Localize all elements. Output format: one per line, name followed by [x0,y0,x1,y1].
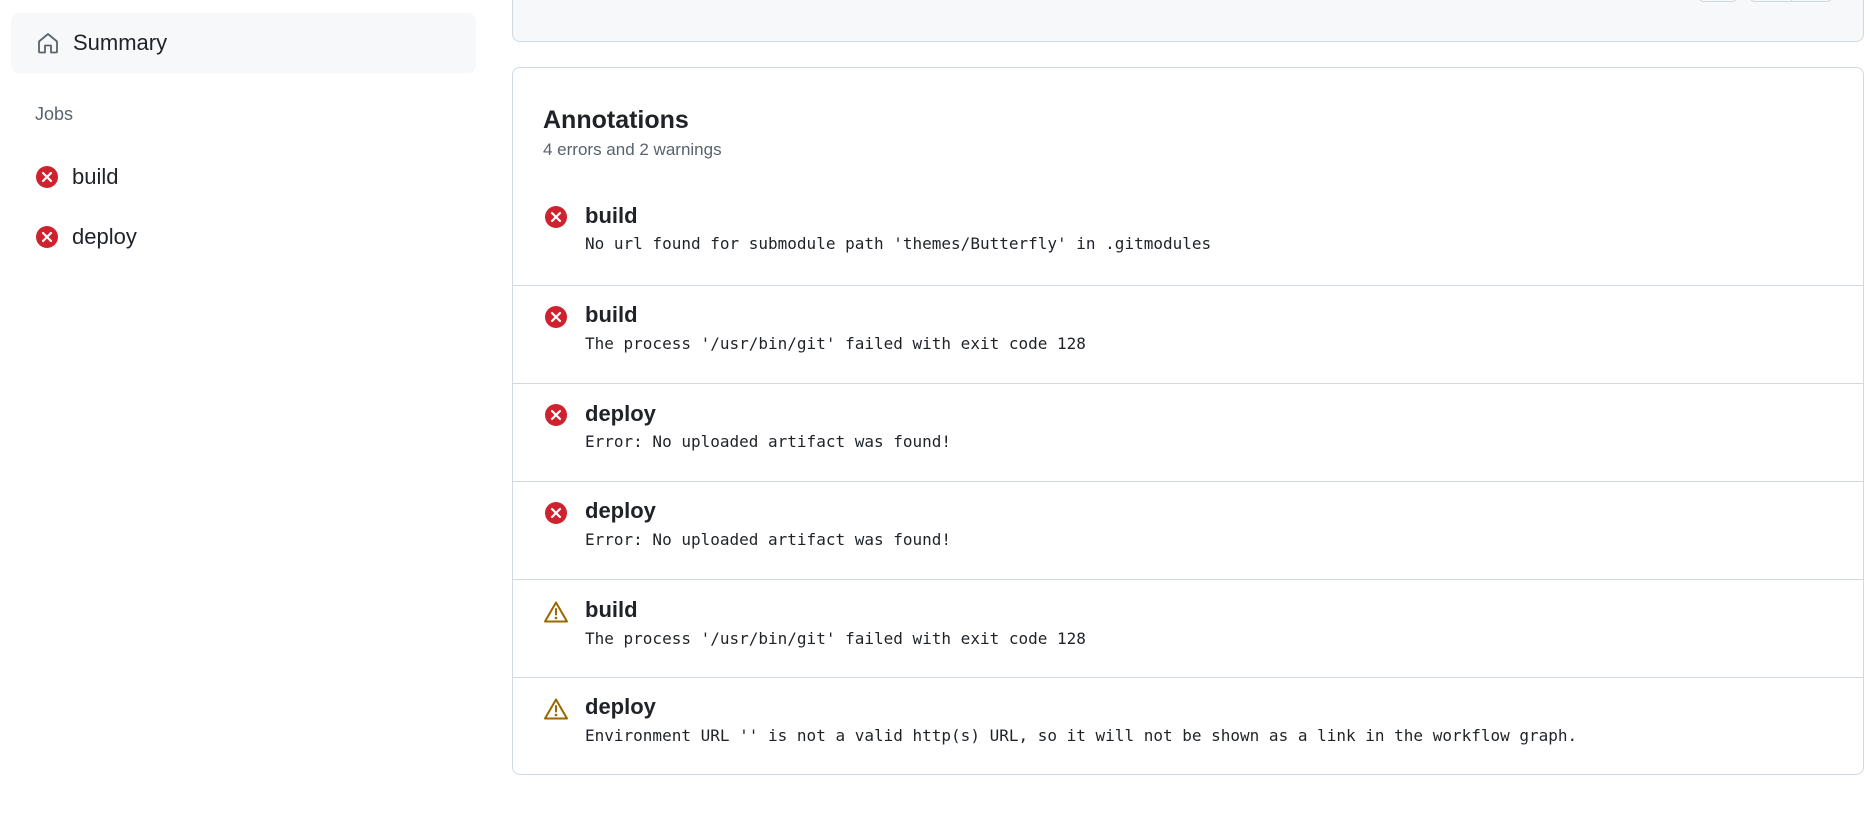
annotations-list: build No url found for submodule path 't… [513,186,1863,774]
button-divider [1791,0,1792,1]
jobs-heading: Jobs [35,104,74,124]
zoom-button-group[interactable] [1749,0,1833,2]
annotation-job-link[interactable]: build [585,203,638,229]
annotation-row: build The process '/usr/bin/git' failed … [513,285,1863,383]
annotation-row: deploy Environment URL '' is not a valid… [513,677,1863,774]
annotation-job-link[interactable]: deploy [585,498,656,524]
x-circle-fill-icon [543,204,569,230]
annotation-message: Error: No uploaded artifact was found! [585,530,952,549]
annotation-row: deploy Error: No uploaded artifact was f… [513,383,1863,481]
annotation-message: Environment URL '' is not a valid http(s… [585,726,1578,745]
alert-triangle-icon [543,599,569,625]
sidebar-item-summary-label: Summary [73,30,168,55]
x-circle-fill-icon [543,500,569,526]
annotation-message: No url found for submodule path 'themes/… [585,234,1212,253]
annotation-job-link[interactable]: deploy [585,694,656,720]
annotation-job-link[interactable]: deploy [585,401,656,427]
annotation-row: build The process '/usr/bin/git' failed … [513,579,1863,677]
annotation-row: deploy Error: No uploaded artifact was f… [513,481,1863,579]
fullscreen-button[interactable] [1698,0,1738,2]
home-icon [35,30,61,56]
x-circle-fill-icon [543,304,569,330]
x-circle-fill-icon [543,402,569,428]
annotation-message: The process '/usr/bin/git' failed with e… [585,629,1086,648]
sidebar-job-label: build [72,164,119,189]
workflow-graph-panel [512,0,1864,42]
x-circle-fill-icon [35,165,59,189]
annotation-job-link[interactable]: build [585,302,638,328]
x-circle-fill-icon [35,225,59,249]
sidebar-job-label: deploy [72,224,137,249]
sidebar: Summary Jobs build deploy [0,0,476,822]
annotation-row: build No url found for submodule path 't… [513,186,1863,285]
annotations-title: Annotations [543,106,689,134]
annotation-job-link[interactable]: build [585,597,638,623]
alert-triangle-icon [543,696,569,722]
sidebar-item-summary[interactable]: Summary [11,13,476,73]
annotation-message: Error: No uploaded artifact was found! [585,432,952,451]
annotations-panel: Annotations 4 errors and 2 warnings buil… [512,67,1864,775]
annotation-message: The process '/usr/bin/git' failed with e… [585,334,1086,353]
sidebar-item-job-deploy[interactable]: deploy [11,212,476,262]
annotations-summary: 4 errors and 2 warnings [543,140,722,159]
sidebar-item-job-build[interactable]: build [11,152,476,202]
